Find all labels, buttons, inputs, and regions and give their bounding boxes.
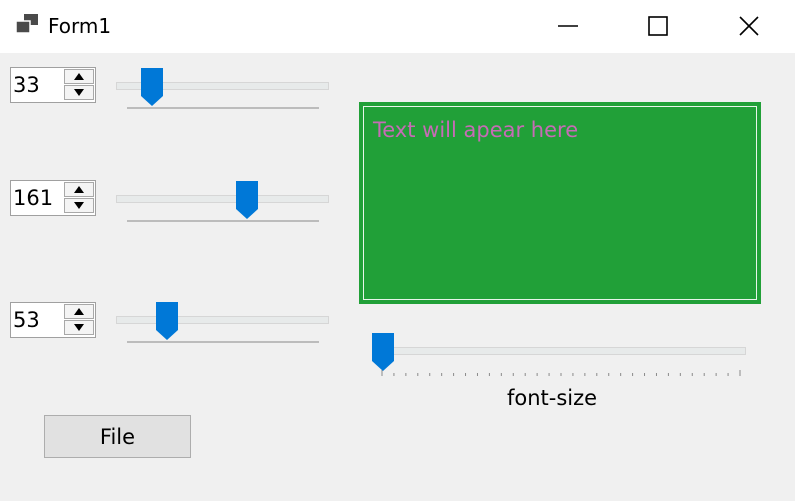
window-title: Form1 bbox=[48, 14, 112, 38]
maximize-button[interactable] bbox=[612, 0, 704, 53]
numeric-updown-value[interactable]: 33 bbox=[13, 72, 40, 98]
numeric-updown-value[interactable]: 53 bbox=[13, 307, 40, 333]
minimize-button[interactable] bbox=[522, 0, 614, 53]
spin-up-button[interactable] bbox=[64, 69, 94, 84]
minimize-icon bbox=[558, 25, 578, 27]
app-window-icon bbox=[15, 14, 38, 34]
spin-up-button[interactable] bbox=[64, 182, 94, 197]
arrow-up-icon bbox=[74, 186, 84, 193]
slider-track-2[interactable] bbox=[116, 195, 329, 203]
numeric-updown-1[interactable]: 33 bbox=[10, 67, 96, 103]
slider-tickline-3 bbox=[127, 341, 319, 343]
arrow-down-icon bbox=[74, 202, 84, 209]
font-size-slider-thumb[interactable] bbox=[372, 333, 394, 371]
numeric-updown-2[interactable]: 161 bbox=[10, 180, 96, 216]
slider-track-3[interactable] bbox=[116, 316, 329, 324]
close-icon bbox=[739, 16, 759, 36]
spin-down-button[interactable] bbox=[64, 85, 94, 100]
title-bar[interactable]: Form1 bbox=[0, 0, 795, 53]
slider-tickline-2 bbox=[127, 220, 319, 222]
font-size-ticks bbox=[381, 370, 741, 376]
arrow-up-icon bbox=[74, 308, 84, 315]
text-display-panel: Text will apear here bbox=[359, 102, 761, 304]
text-placeholder: Text will apear here bbox=[373, 118, 579, 142]
font-size-label: font-size bbox=[507, 386, 598, 410]
arrow-up-icon bbox=[74, 73, 84, 80]
arrow-down-icon bbox=[74, 324, 84, 331]
spin-up-button[interactable] bbox=[64, 304, 94, 319]
numeric-updown-value[interactable]: 161 bbox=[13, 185, 53, 211]
close-button[interactable] bbox=[703, 0, 795, 53]
file-button[interactable]: File bbox=[44, 415, 191, 458]
slider-thumb-2[interactable] bbox=[236, 181, 259, 219]
arrow-down-icon bbox=[74, 89, 84, 96]
slider-tickline-1 bbox=[127, 107, 319, 109]
font-size-slider-track[interactable] bbox=[374, 347, 746, 355]
numeric-updown-3[interactable]: 53 bbox=[10, 302, 96, 338]
spin-down-button[interactable] bbox=[64, 198, 94, 213]
maximize-icon bbox=[648, 16, 668, 36]
slider-thumb-3[interactable] bbox=[156, 302, 179, 340]
slider-thumb-1[interactable] bbox=[140, 68, 163, 106]
spin-down-button[interactable] bbox=[64, 320, 94, 335]
